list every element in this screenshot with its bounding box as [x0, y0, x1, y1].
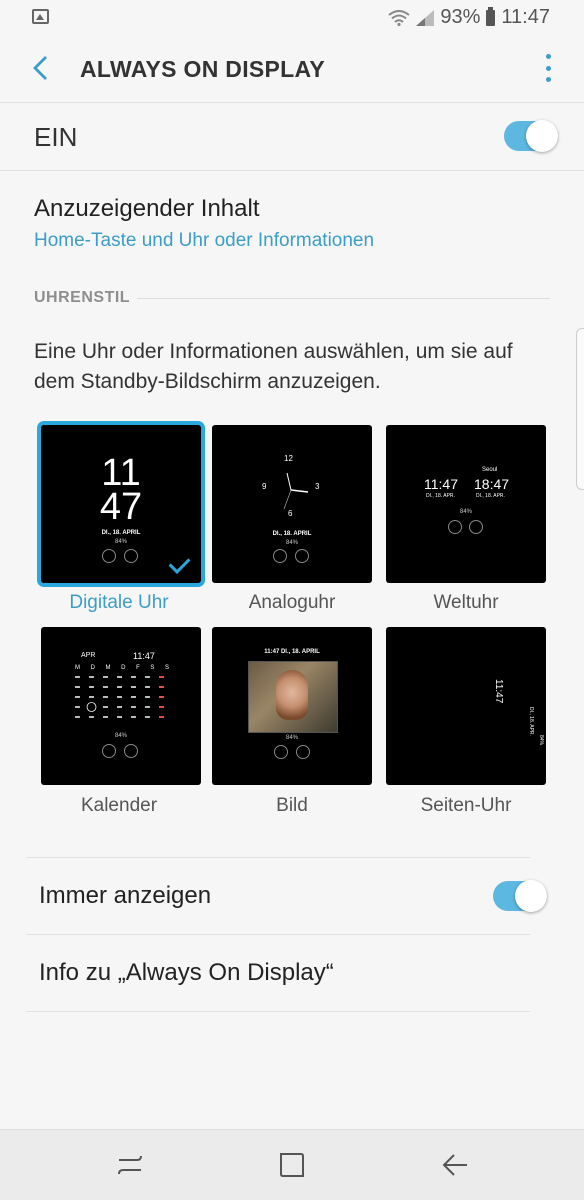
- calendar-time: 11:47: [133, 651, 155, 661]
- always-show-row[interactable]: Immer anzeigen: [26, 857, 547, 934]
- clock-option-image[interactable]: 11:47 DI., 18. APRIL 84%: [212, 627, 372, 785]
- back-arrow-icon: [442, 1154, 467, 1176]
- calendar-grid-icon: [75, 676, 164, 718]
- clock-label-digital: Digitale Uhr: [69, 592, 169, 613]
- message-icon: [124, 549, 138, 563]
- phone-icon: [274, 745, 288, 759]
- always-show-toggle[interactable]: [493, 880, 547, 912]
- chevron-left-icon: [33, 56, 47, 80]
- preview-date: DI., 18. APRIL: [272, 531, 312, 537]
- clock-option-analog[interactable]: 12 3 6 9 DI., 18. APRIL 84%: [212, 425, 372, 583]
- dot-icon: [545, 65, 551, 71]
- check-icon: [168, 552, 191, 574]
- content-value: Home-Taste und Uhr oder Informationen: [34, 230, 375, 251]
- battery-percent: 93%: [440, 6, 481, 28]
- weekday-label: F: [136, 665, 140, 671]
- clock-option-world[interactable]: Seoul 11:47 18:47 DI., 18. APR. DI., 18.…: [386, 425, 546, 583]
- content-title: Anzuzeigender Inhalt: [34, 195, 260, 222]
- master-switch-row[interactable]: EIN: [0, 102, 584, 171]
- status-right: 93% 11:47: [388, 6, 550, 29]
- weekday-label: D: [121, 665, 126, 671]
- navigation-bar: [0, 1129, 584, 1200]
- clock-label-analog: Analoguhr: [248, 592, 336, 613]
- preview-battery: 84%: [285, 540, 298, 546]
- about-aod-label: Info zu „Always On Display“: [39, 959, 334, 986]
- back-button[interactable]: [22, 50, 58, 86]
- about-aod-row[interactable]: Info zu „Always On Display“: [26, 934, 530, 1012]
- app-bar: ALWAYS ON DISPLAY: [0, 36, 584, 103]
- home-icon: [280, 1153, 304, 1177]
- world-local-time: 11:47: [424, 476, 458, 492]
- toggle-knob: [526, 120, 558, 152]
- status-time: 11:47: [501, 6, 550, 28]
- section-divider: [137, 298, 550, 299]
- calendar-weekday-row: M D M D F S S: [75, 665, 169, 671]
- portrait-image: [248, 661, 338, 733]
- weekday-label: S: [164, 665, 169, 671]
- preview-date: DI., 18. APRIL: [101, 530, 141, 536]
- digital-minute: 47: [99, 486, 143, 528]
- weekday-label: M: [105, 665, 111, 671]
- page-title: ALWAYS ON DISPLAY: [80, 56, 325, 82]
- image-header: 11:47 DI., 18. APRIL: [264, 649, 320, 655]
- analog-hands-icon: [283, 472, 309, 510]
- signal-icon: [416, 9, 435, 26]
- preview-battery: 84%: [114, 539, 127, 545]
- toggle-knob: [515, 880, 547, 912]
- wifi-icon: [388, 9, 411, 26]
- world-city-name: Seoul: [482, 467, 498, 473]
- phone-icon: [102, 744, 116, 758]
- message-icon: [296, 745, 310, 759]
- clock-label-calendar: Kalender: [80, 795, 158, 816]
- message-icon: [124, 744, 138, 758]
- battery-icon: [486, 6, 496, 26]
- weekday-label: S: [150, 665, 155, 671]
- recent-apps-button[interactable]: [115, 1150, 145, 1180]
- message-icon: [295, 549, 309, 563]
- clock-label-world: Weltuhr: [433, 592, 499, 613]
- preview-battery: 84%: [285, 735, 298, 741]
- message-icon: [469, 520, 483, 534]
- status-bar: 93% 11:47: [0, 0, 584, 36]
- world-date-local: DI., 18. APR.: [426, 493, 455, 499]
- world-date-city: DI., 18. APR.: [476, 493, 505, 499]
- preview-battery: 84%: [459, 509, 472, 515]
- edge-date: DI., 18. APR.: [528, 707, 534, 736]
- edge-panel-handle[interactable]: [576, 328, 584, 490]
- always-show-label: Immer anzeigen: [39, 882, 212, 909]
- recent-apps-icon: [118, 1155, 142, 1175]
- phone-icon: [102, 549, 116, 563]
- clock-option-calendar[interactable]: APR 11:47 M D M D F S S 84%: [41, 627, 201, 785]
- clock-style-description: Eine Uhr oder Informationen auswählen, u…: [34, 340, 513, 393]
- preview-battery: 84%: [114, 733, 127, 739]
- more-options-button[interactable]: [540, 54, 556, 82]
- phone-icon: [448, 520, 462, 534]
- home-button[interactable]: [277, 1150, 307, 1180]
- phone-icon: [273, 549, 287, 563]
- edge-time: 11:47: [493, 679, 504, 704]
- calendar-month: APR: [81, 652, 96, 659]
- world-city-time: 18:47: [474, 476, 510, 492]
- section-header-clock-style: UHRENSTIL: [34, 289, 131, 306]
- dot-icon: [545, 54, 551, 59]
- weekday-label: D: [90, 665, 95, 671]
- dot-icon: [545, 77, 551, 82]
- gallery-notification-icon: [32, 9, 49, 24]
- clock-label-edge: Seiten-Uhr: [420, 795, 512, 816]
- clock-option-digital[interactable]: 11 47 DI., 18. APRIL 84%: [41, 425, 201, 583]
- clock-option-edge[interactable]: 11:47 DI., 18. APR. 84%: [386, 627, 546, 785]
- content-setting[interactable]: Anzuzeigender Inhalt Home-Taste und Uhr …: [0, 171, 584, 271]
- edge-battery: 84%: [538, 735, 544, 746]
- clock-label-image: Bild: [276, 795, 308, 816]
- master-toggle[interactable]: [504, 120, 558, 152]
- back-nav-button[interactable]: [440, 1150, 470, 1180]
- master-switch-label: EIN: [34, 122, 78, 152]
- weekday-label: M: [75, 665, 80, 671]
